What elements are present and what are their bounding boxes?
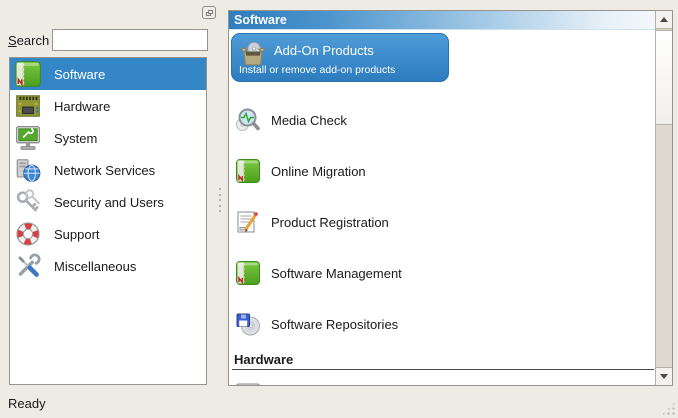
sidebar-item-label: Network Services — [54, 163, 155, 178]
module-item-title: Add-On Products — [274, 43, 374, 58]
keyboard-icon — [235, 377, 261, 385]
scroll-up-button[interactable] — [656, 11, 672, 29]
status-text: Ready — [8, 396, 46, 411]
crossed-tools-icon — [14, 252, 42, 280]
module-item-description: Install or remove add-on products — [239, 64, 395, 76]
system-monitor-icon — [14, 124, 42, 152]
splitter-handle[interactable] — [218, 188, 222, 212]
sidebar-item-label: Security and Users — [54, 195, 164, 210]
category-list: Software Hardware System Network Service… — [9, 57, 207, 385]
sidebar-item-software[interactable]: Software — [10, 58, 206, 90]
sidebar-item-label: System — [54, 131, 97, 146]
sidebar-item-network-services[interactable]: Network Services — [10, 154, 206, 186]
software-package-icon — [235, 260, 261, 286]
sidebar-item-label: Miscellaneous — [54, 259, 136, 274]
module-item-online-migration[interactable]: Online Migration — [235, 158, 366, 184]
module-item-add-on-products[interactable]: Add-On Products Install or remove add-on… — [231, 33, 449, 82]
module-item-label: Software Management — [271, 266, 402, 281]
search-label: Search — [8, 33, 49, 48]
security-keys-icon — [14, 188, 42, 216]
software-package-icon — [14, 60, 42, 88]
module-item-label: Product Registration — [271, 215, 389, 230]
module-item-software-management[interactable]: Software Management — [235, 260, 402, 286]
module-list: Add-On Products Install or remove add-on… — [229, 31, 655, 385]
vertical-scrollbar[interactable] — [655, 11, 672, 385]
module-item-label: Online Migration — [271, 164, 366, 179]
section-header-software: Software — [229, 11, 672, 30]
arrow-down-icon — [660, 374, 668, 379]
network-globe-icon — [14, 156, 42, 184]
module-item-label: Media Check — [271, 113, 347, 128]
software-package-icon — [235, 158, 261, 184]
sidebar-item-hardware[interactable]: Hardware — [10, 90, 206, 122]
scrollbar-thumb[interactable] — [656, 30, 672, 125]
sidebar-item-label: Software — [54, 67, 105, 82]
arrow-up-icon — [660, 17, 668, 22]
resize-grip[interactable] — [661, 401, 676, 416]
module-item-system-keyboard-layout[interactable]: System Keyboard Layout — [235, 377, 416, 385]
section-divider — [232, 369, 654, 370]
section-header-hardware: Hardware — [234, 352, 293, 367]
yast-control-center-window: Search Software Hardware System Network … — [0, 0, 678, 418]
float-window-glyph — [208, 10, 213, 14]
scroll-down-button[interactable] — [656, 367, 672, 385]
module-item-software-repositories[interactable]: Software Repositories — [235, 311, 398, 337]
sidebar-item-system[interactable]: System — [10, 122, 206, 154]
sidebar-item-support[interactable]: Support — [10, 218, 206, 250]
registration-document-icon — [235, 209, 261, 235]
module-item-label: System Keyboard Layout — [271, 383, 416, 386]
search-input[interactable] — [52, 29, 208, 51]
repositories-disc-icon — [235, 311, 261, 337]
float-window-icon[interactable] — [202, 6, 216, 19]
media-check-icon — [235, 107, 261, 133]
circuit-board-icon — [14, 92, 42, 120]
sidebar-item-label: Support — [54, 227, 100, 242]
module-item-label: Software Repositories — [271, 317, 398, 332]
module-item-media-check[interactable]: Media Check — [235, 107, 347, 133]
sidebar-item-security-and-users[interactable]: Security and Users — [10, 186, 206, 218]
sidebar-item-label: Hardware — [54, 99, 110, 114]
module-panel: Software Add-On Products Install or remo… — [228, 10, 673, 386]
lifebuoy-icon — [14, 220, 42, 248]
sidebar-item-miscellaneous[interactable]: Miscellaneous — [10, 250, 206, 282]
module-item-product-registration[interactable]: Product Registration — [235, 209, 389, 235]
